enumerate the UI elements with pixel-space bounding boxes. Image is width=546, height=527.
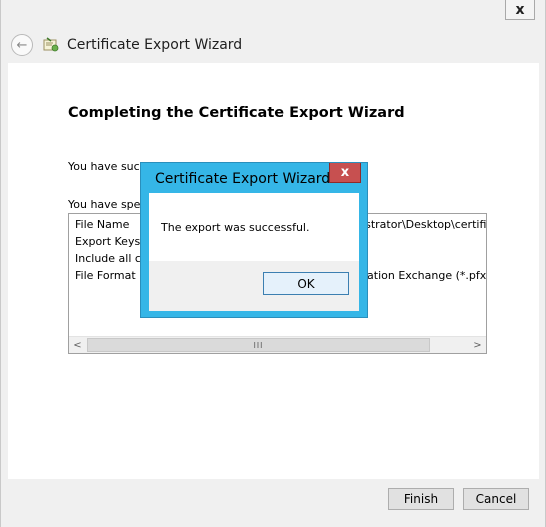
summary-label-file-name: File Name [75, 218, 130, 231]
back-arrow-icon[interactable]: ← [11, 34, 33, 56]
grip-icon: III [253, 340, 264, 350]
export-success-dialog: Certificate Export Wizard x The export w… [140, 162, 368, 318]
summary-value-file-format: rmation Exchange (*.pfx) [352, 269, 487, 282]
summary-label-export-keys: Export Keys [75, 235, 141, 248]
dialog-button-bar: OK [149, 261, 359, 311]
dialog-title: Certificate Export Wizard [155, 171, 331, 187]
scroll-right-icon[interactable]: > [469, 337, 486, 353]
horizontal-scrollbar[interactable]: < III > [69, 336, 486, 353]
summary-label-file-format: File Format [75, 269, 136, 282]
summary-value-file-name: inistrator\Desktop\certifi [352, 218, 487, 231]
scroll-left-icon[interactable]: < [69, 337, 86, 353]
ok-button[interactable]: OK [263, 272, 349, 295]
wizard-nav-bar: ← Certificate Export Wizard [1, 28, 545, 62]
specified-settings-text: You have speci [68, 198, 150, 211]
window-close-button[interactable]: x [505, 0, 535, 20]
certificate-icon [43, 37, 59, 53]
cancel-button[interactable]: Cancel [463, 488, 529, 510]
scroll-thumb[interactable]: III [87, 338, 430, 352]
finish-button[interactable]: Finish [388, 488, 454, 510]
dialog-message: The export was successful. [161, 221, 310, 234]
page-heading: Completing the Certificate Export Wizard [68, 105, 405, 121]
wizard-window: x ← Certificate Export Wizard Completing… [0, 0, 546, 527]
dialog-close-button[interactable]: x [329, 163, 361, 183]
wizard-title: Certificate Export Wizard [67, 37, 243, 53]
dialog-body: The export was successful. OK [149, 193, 359, 311]
